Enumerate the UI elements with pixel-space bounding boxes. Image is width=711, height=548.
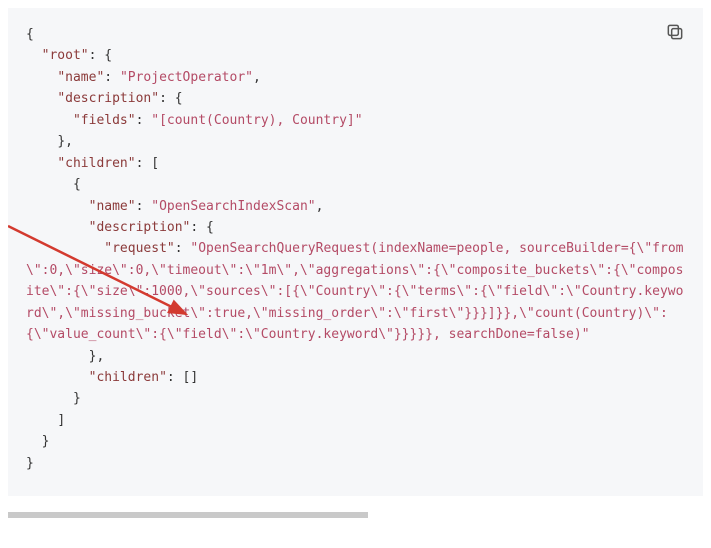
code-content: { "root": { "name": "ProjectOperator", "… [26,24,685,474]
copy-button[interactable] [665,22,685,42]
code-indent [26,70,57,85]
json-punct: : [] [167,370,198,385]
json-key: "children" [89,370,167,385]
code-line: }, [26,134,73,149]
json-punct: : [136,113,152,128]
code-line: } [26,456,34,471]
json-key: "name" [57,70,104,85]
code-indent [26,241,104,256]
json-punct: : { [159,91,182,106]
json-punct: : { [190,220,213,235]
copy-icon [665,22,685,42]
horizontal-scrollbar-track[interactable] [8,512,368,518]
code-line: { [26,177,81,192]
json-punct: , [253,70,261,85]
code-line: { [26,27,34,42]
json-punct: : [104,70,120,85]
json-punct: , [316,199,324,214]
json-string: "ProjectOperator" [120,70,253,85]
code-indent [26,113,73,128]
code-line: }, [26,349,104,364]
json-key: "description" [89,220,191,235]
code-line: } [26,391,81,406]
code-indent [26,370,89,385]
code-indent [26,91,57,106]
json-string: "[count(Country), Country]" [151,113,362,128]
json-key: "root" [42,48,89,63]
code-line: ] [26,413,65,428]
code-indent [26,48,42,63]
json-key: "description" [57,91,159,106]
json-punct: : [175,241,191,256]
code-indent [26,156,57,171]
json-key: "children" [57,156,135,171]
json-key: "fields" [73,113,136,128]
code-indent [26,220,89,235]
code-block: { "root": { "name": "ProjectOperator", "… [8,8,703,496]
json-punct: : [ [136,156,159,171]
json-key: "name" [89,199,136,214]
code-line: } [26,434,49,449]
json-string: "OpenSearchQueryRequest(indexName=people… [26,241,683,342]
json-string: "OpenSearchIndexScan" [151,199,315,214]
code-indent [26,199,89,214]
json-punct: : [136,199,152,214]
json-key: "request" [104,241,174,256]
json-punct: : { [89,48,112,63]
